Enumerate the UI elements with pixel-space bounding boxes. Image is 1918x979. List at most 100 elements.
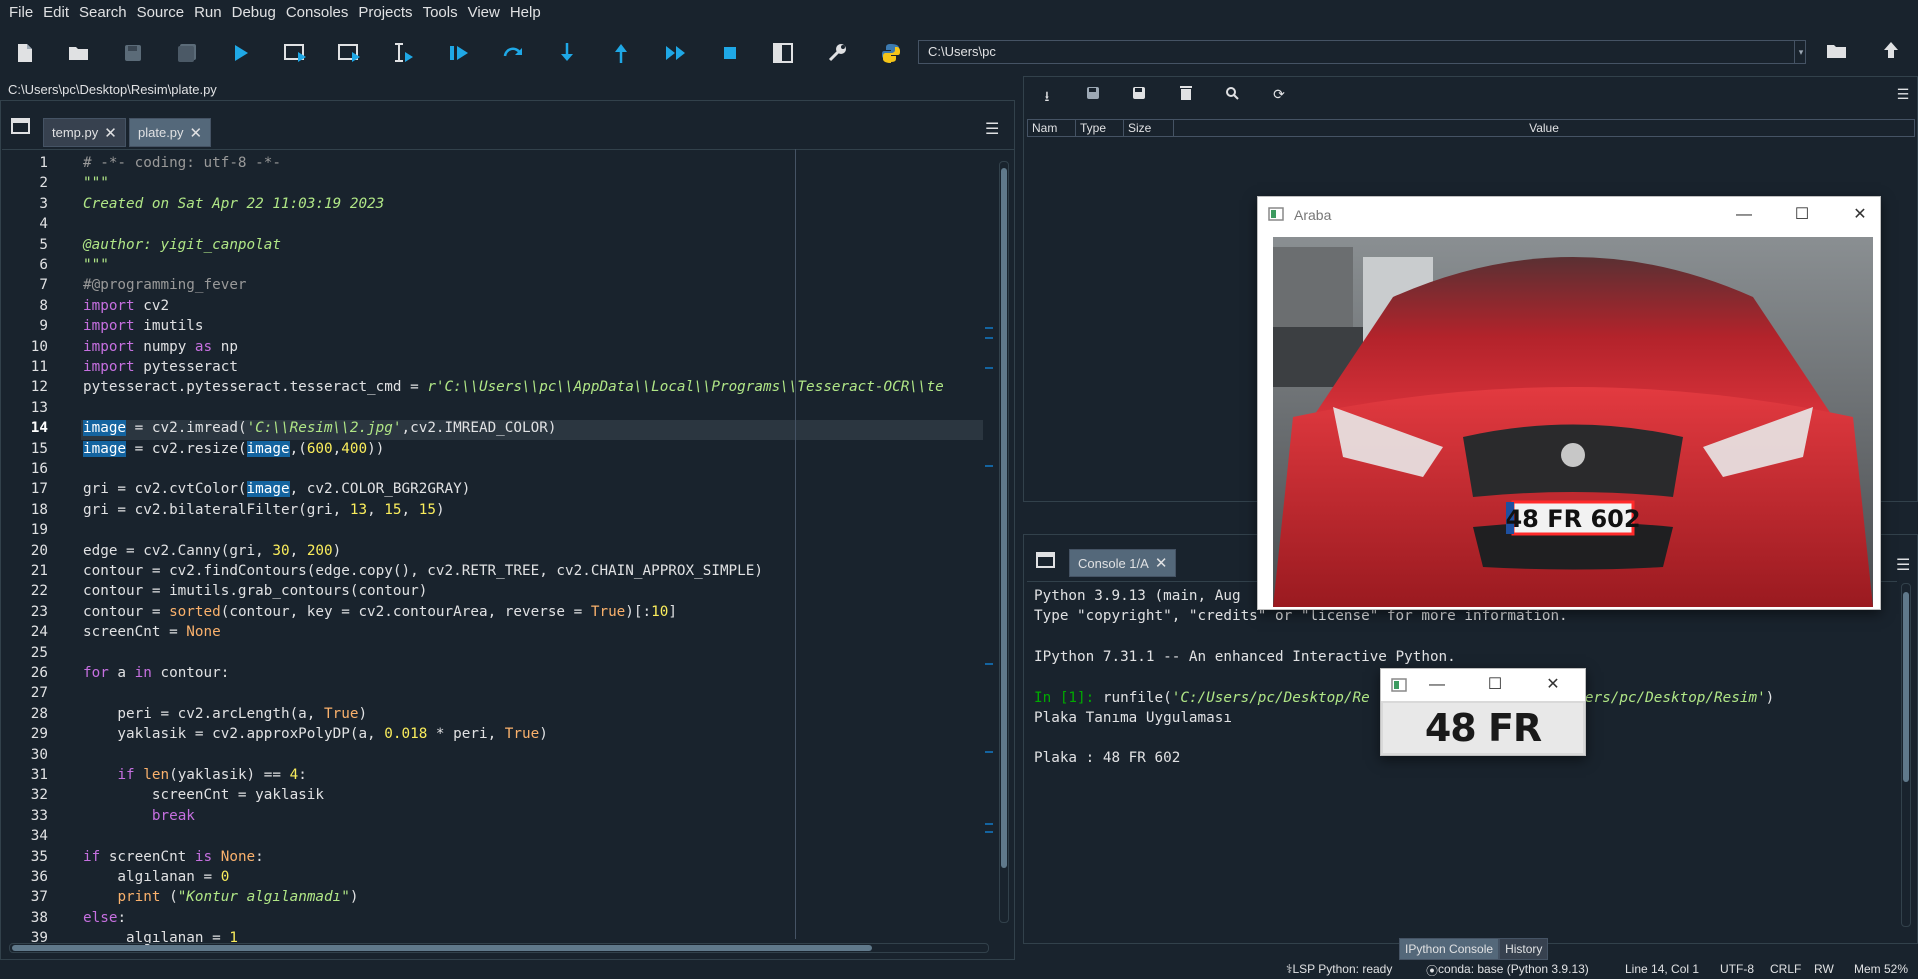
araba-window-titlebar[interactable]: Araba — ☐ ✕ bbox=[1258, 197, 1880, 233]
parent-directory-icon[interactable] bbox=[1882, 40, 1902, 62]
memory-usage: Mem 52% bbox=[1854, 962, 1909, 976]
code-text: image = cv2.imread('C:\\Resim\\2.jpg',cv… bbox=[83, 420, 557, 437]
editor-vertical-scrollbar[interactable] bbox=[999, 161, 1009, 923]
menu-tools[interactable]: Tools bbox=[418, 4, 463, 21]
plate-crop-window[interactable]: — ☐ ✕ 48 FR 602 bbox=[1380, 668, 1586, 756]
close-tab-icon[interactable]: ✕ bbox=[104, 124, 117, 142]
close-console-icon[interactable]: ✕ bbox=[1155, 554, 1168, 572]
code-text: algılanan = 0 bbox=[83, 869, 230, 885]
stop-icon[interactable] bbox=[717, 40, 743, 66]
conda-env-status[interactable]: ⦿ conda: base (Python 3.9.13) bbox=[1426, 962, 1589, 979]
python-path-icon[interactable] bbox=[878, 40, 904, 66]
column-value[interactable]: Value bbox=[1174, 120, 1914, 136]
column-type[interactable]: Type bbox=[1076, 120, 1124, 136]
araba-image-window[interactable]: Araba — ☐ ✕ 48 FR 602 bbox=[1257, 196, 1881, 610]
tab-ipython-console[interactable]: IPython Console bbox=[1399, 938, 1500, 960]
browse-folder-icon[interactable] bbox=[1826, 42, 1850, 62]
save-data-as-icon[interactable] bbox=[1130, 86, 1148, 104]
code-editor[interactable]: 1 # -*- coding: utf-8 -*- 2 """ 3 Created on … bbox=[2, 149, 1014, 946]
save-icon[interactable] bbox=[120, 40, 146, 66]
menu-view[interactable]: View bbox=[463, 4, 505, 21]
browse-console-tabs-icon[interactable] bbox=[1036, 551, 1056, 572]
save-all-icon[interactable] bbox=[174, 40, 200, 66]
maximize-icon[interactable]: ☐ bbox=[1792, 205, 1812, 225]
menu-debug[interactable]: Debug bbox=[227, 4, 281, 21]
menu-source[interactable]: Source bbox=[132, 4, 190, 21]
maximize-icon[interactable]: ☐ bbox=[1485, 675, 1505, 695]
line-number: 19 bbox=[30, 522, 48, 539]
code-text: """ bbox=[83, 175, 109, 192]
minimize-icon[interactable]: — bbox=[1734, 205, 1754, 225]
plate-crop-text: 48 FR 602 bbox=[1383, 703, 1583, 753]
menu-help[interactable]: Help bbox=[505, 4, 546, 21]
code-text: edge = cv2.Canny(gri, 30, 200) bbox=[83, 542, 342, 559]
refresh-variables-icon[interactable]: ⟳ bbox=[1270, 86, 1288, 104]
code-line: 11 import pytesseract bbox=[2, 359, 982, 379]
open-file-icon[interactable] bbox=[66, 40, 92, 66]
code-line: 26 for a in contour: bbox=[2, 665, 982, 685]
step-into-icon[interactable] bbox=[554, 40, 580, 66]
line-number: 18 bbox=[30, 501, 48, 518]
working-directory-dropdown[interactable]: ▾ bbox=[1794, 40, 1807, 64]
tab-console-1a[interactable]: Console 1/A ✕ bbox=[1069, 549, 1177, 577]
conda-env-text: conda: base (Python 3.9.13) bbox=[1438, 962, 1589, 976]
run-icon[interactable] bbox=[228, 40, 254, 66]
column-size[interactable]: Size bbox=[1124, 120, 1174, 136]
menu-consoles[interactable]: Consoles bbox=[281, 4, 354, 21]
code-text: if len(yaklasik) == 4: bbox=[117, 767, 307, 783]
import-data-icon[interactable]: ⭳ bbox=[1038, 86, 1056, 104]
console-output[interactable]: Python 3.9.13 (main, Aug Type "copyright"… bbox=[1027, 581, 1897, 941]
code-text: import cv2 bbox=[83, 297, 170, 314]
code-line: 6 """ bbox=[2, 257, 982, 277]
step-return-icon[interactable] bbox=[608, 40, 634, 66]
remove-all-variables-icon[interactable] bbox=[1177, 86, 1195, 104]
araba-window-title: Araba bbox=[1294, 207, 1332, 223]
code-line: 23 contour = sorted(contour, key = cv2.co… bbox=[2, 604, 982, 624]
close-tab-icon[interactable]: ✕ bbox=[190, 124, 203, 142]
close-icon[interactable]: ✕ bbox=[1850, 205, 1870, 225]
code-line: 8 import cv2 bbox=[2, 298, 982, 318]
console-vertical-scrollbar[interactable] bbox=[1901, 583, 1911, 927]
line-number: 9 bbox=[39, 318, 48, 335]
preferences-icon[interactable] bbox=[824, 40, 850, 66]
search-variables-icon[interactable] bbox=[1223, 86, 1241, 104]
tab-history[interactable]: History bbox=[1499, 938, 1549, 960]
continue-icon[interactable] bbox=[663, 40, 689, 66]
console-options-menu-icon[interactable]: ☰ bbox=[1896, 555, 1910, 575]
step-icon[interactable] bbox=[500, 40, 526, 66]
menu-projects[interactable]: Projects bbox=[353, 4, 417, 21]
code-line: 19 bbox=[2, 522, 982, 542]
plate-window-titlebar[interactable]: — ☐ ✕ bbox=[1381, 669, 1585, 701]
editor-options-menu-icon[interactable]: ☰ bbox=[985, 119, 999, 139]
tab-temp-py[interactable]: temp.py ✕ bbox=[43, 118, 126, 147]
run-cell-icon[interactable] bbox=[283, 40, 309, 66]
code-text: print ("Kontur algılanmadı") bbox=[117, 889, 359, 906]
new-file-icon[interactable] bbox=[12, 40, 38, 66]
run-cell-advance-icon[interactable] bbox=[337, 40, 363, 66]
column-name[interactable]: Nam bbox=[1028, 120, 1076, 136]
code-text: @author: yigit_canpolat bbox=[83, 236, 281, 253]
working-directory-input[interactable]: C:\Users\pc bbox=[918, 40, 1806, 64]
code-text: break bbox=[151, 807, 195, 824]
code-text: peri = cv2.arcLength(a, True) bbox=[83, 705, 368, 722]
menu-edit[interactable]: Edit bbox=[38, 4, 74, 21]
browse-tabs-icon[interactable] bbox=[11, 117, 31, 138]
tab-plate-py[interactable]: plate.py ✕ bbox=[129, 118, 212, 147]
code-line: 29 yaklasik = cv2.approxPolyDP(a, 0.018 … bbox=[2, 726, 982, 746]
minimize-icon[interactable]: — bbox=[1427, 675, 1447, 695]
code-text: import imutils bbox=[83, 318, 204, 335]
menu-file[interactable]: File bbox=[4, 4, 38, 21]
editor-horizontal-scrollbar[interactable] bbox=[9, 943, 989, 953]
menu-run[interactable]: Run bbox=[189, 4, 227, 21]
console-line: Type "copyright", "credits" or "license"… bbox=[1034, 608, 1568, 625]
save-data-icon[interactable] bbox=[1084, 86, 1102, 104]
close-icon[interactable]: ✕ bbox=[1543, 675, 1563, 695]
run-selection-icon[interactable] bbox=[391, 40, 417, 66]
variable-explorer-options-icon[interactable]: ☰ bbox=[1894, 86, 1912, 104]
menu-search[interactable]: Search bbox=[74, 4, 132, 21]
debug-icon[interactable] bbox=[446, 40, 472, 66]
console-line: Python 3.9.13 (main, Aug bbox=[1034, 588, 1241, 604]
line-number: 26 bbox=[30, 665, 48, 681]
line-number: 29 bbox=[30, 726, 48, 743]
maximize-pane-icon[interactable] bbox=[770, 40, 796, 66]
